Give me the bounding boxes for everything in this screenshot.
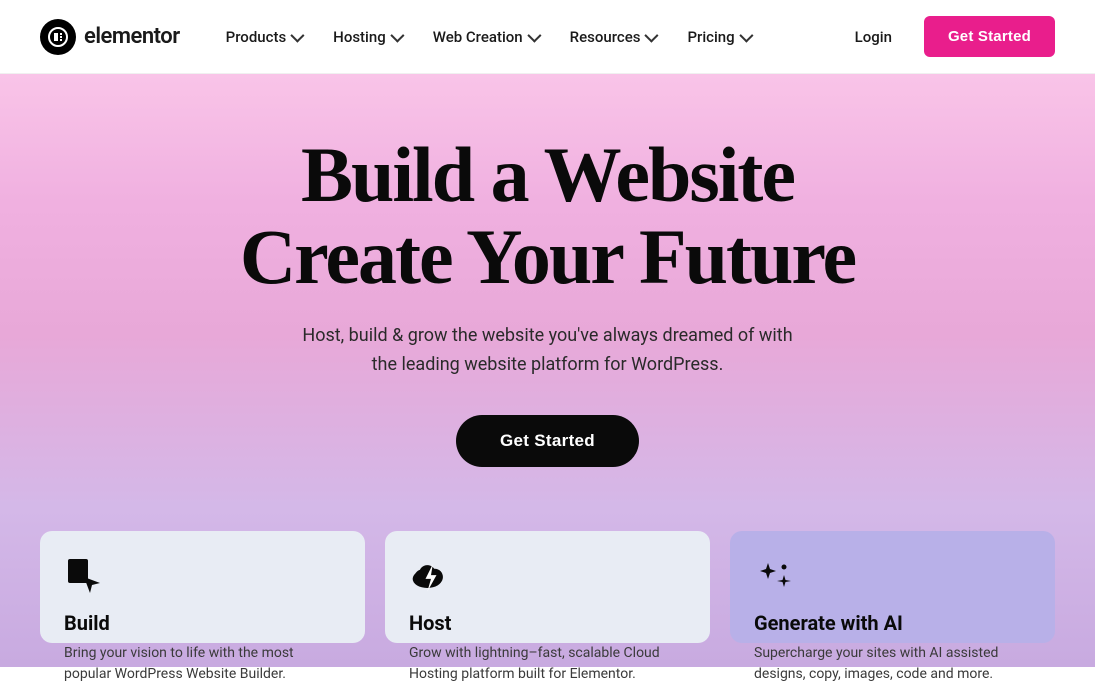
chevron-down-icon xyxy=(645,28,659,42)
login-button[interactable]: Login xyxy=(839,20,908,54)
build-card-desc: Bring your vision to life with the most … xyxy=(64,643,341,685)
build-card-title: Build xyxy=(64,611,341,635)
logo-text: elementor xyxy=(84,24,180,49)
nav-item-web-creation[interactable]: Web Creation xyxy=(419,20,552,54)
host-card-desc: Grow with lightning–fast, scalable Cloud… xyxy=(409,643,686,685)
chevron-down-icon xyxy=(527,28,541,42)
nav-links: Products Hosting Web Creation Resources … xyxy=(212,20,839,54)
chevron-down-icon xyxy=(739,28,753,42)
chevron-down-icon xyxy=(291,28,305,42)
nav-item-hosting[interactable]: Hosting xyxy=(319,20,415,54)
host-card-title: Host xyxy=(409,611,686,635)
nav-item-pricing[interactable]: Pricing xyxy=(673,20,763,54)
nav-item-products[interactable]: Products xyxy=(212,20,316,54)
hero-subtitle: Host, build & grow the website you've al… xyxy=(288,322,808,380)
host-icon xyxy=(409,555,453,599)
hero-section: Build a Website Create Your Future Host,… xyxy=(0,74,1095,507)
hero-title: Build a Website Create Your Future xyxy=(40,134,1055,298)
logo-icon xyxy=(40,19,76,55)
chevron-down-icon xyxy=(390,28,404,42)
ai-card: Generate with AI Supercharge your sites … xyxy=(730,531,1055,643)
get-started-nav-button[interactable]: Get Started xyxy=(924,16,1055,57)
logo[interactable]: elementor xyxy=(40,19,180,55)
cards-section: Build Bring your vision to life with the… xyxy=(0,507,1095,667)
navbar: elementor Products Hosting Web Creation … xyxy=(0,0,1095,74)
nav-item-resources[interactable]: Resources xyxy=(556,20,670,54)
hero-cta-button[interactable]: Get Started xyxy=(456,415,639,467)
ai-card-title: Generate with AI xyxy=(754,611,1031,635)
nav-right: Login Get Started xyxy=(839,16,1055,57)
host-card: Host Grow with lightning–fast, scalable … xyxy=(385,531,710,643)
ai-icon xyxy=(754,555,798,599)
ai-card-desc: Supercharge your sites with AI assisted … xyxy=(754,643,1031,685)
build-card: Build Bring your vision to life with the… xyxy=(40,531,365,643)
build-icon xyxy=(64,555,108,599)
